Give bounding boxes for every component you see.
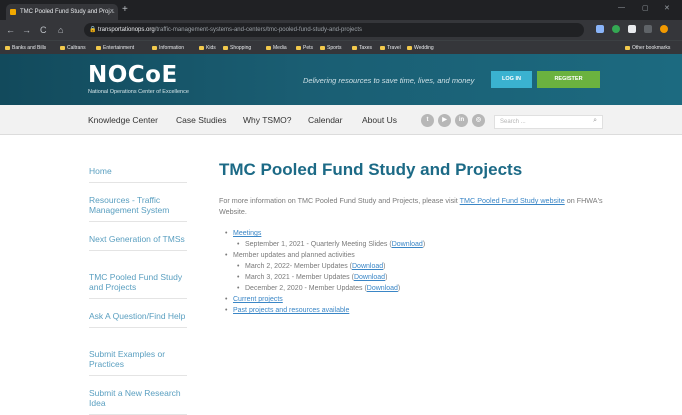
update-text: March 3, 2021 - Member Updates (: [245, 274, 354, 281]
site-tagline: Delivering resources to save time, lives…: [303, 76, 475, 85]
nav-knowledge-center[interactable]: Knowledge Center: [88, 105, 158, 135]
lock-icon: 🔒: [89, 27, 97, 33]
minimize-icon[interactable]: —: [618, 4, 625, 11]
back-icon[interactable]: ←: [6, 24, 15, 36]
meetings-link[interactable]: Meetings: [233, 230, 261, 237]
favicon-icon: [10, 9, 16, 15]
list-item: Past projects and resources available: [225, 305, 349, 316]
intro-paragraph: For more information on TMC Pooled Fund …: [219, 195, 614, 217]
new-tab-button[interactable]: +: [122, 4, 128, 16]
search-icon[interactable]: ⌕: [593, 115, 597, 127]
nav-calendar[interactable]: Calendar: [308, 105, 343, 135]
close-window-icon[interactable]: ✕: [664, 4, 670, 12]
twitter-icon[interactable]: t: [421, 114, 434, 127]
address-bar-row: ← → C ⌂ 🔒 transportationops.org/traffic-…: [0, 20, 682, 40]
sidebar-item-research-idea[interactable]: Submit a New Research Idea: [89, 388, 187, 415]
nav-why-tsmo[interactable]: Why TSMO?: [243, 105, 292, 135]
download-link[interactable]: Download: [367, 285, 398, 292]
puzzle-icon[interactable]: [628, 25, 636, 33]
sidebar-item-resources[interactable]: Resources - Traffic Management System: [89, 195, 187, 222]
sidebar-item-tmc-pooled-fund[interactable]: TMC Pooled Fund Study and Projects: [89, 272, 187, 299]
pooled-fund-website-link[interactable]: TMC Pooled Fund Study website: [460, 196, 565, 205]
logo-text: NOCoE: [88, 62, 178, 88]
close-tab-icon[interactable]: ×: [110, 4, 114, 20]
sidebar-item-ask-question[interactable]: Ask A Question/Find Help: [89, 311, 187, 328]
bookmark-item[interactable]: Travel: [380, 43, 401, 53]
profile-avatar[interactable]: [660, 25, 668, 33]
bookmark-item[interactable]: Sports: [320, 43, 341, 53]
update-text: December 2, 2020 - Member Updates (: [245, 285, 367, 292]
list-item: September 1, 2021 - Quarterly Meeting Sl…: [237, 239, 426, 250]
list-item: Current projects: [225, 294, 283, 305]
past-projects-link[interactable]: Past projects and resources available: [233, 307, 349, 314]
bookmark-item[interactable]: Banks and Bills: [5, 43, 46, 53]
page-title: TMC Pooled Fund Study and Projects: [219, 160, 523, 179]
bookmark-item[interactable]: Pets: [296, 43, 313, 53]
extension-icon[interactable]: [612, 25, 620, 33]
bookmark-item[interactable]: Media: [266, 43, 287, 53]
sidebar-icon[interactable]: [644, 25, 652, 33]
sidebar-item-submit-examples[interactable]: Submit Examples or Practices: [89, 349, 187, 376]
reload-icon[interactable]: C: [40, 24, 47, 36]
other-bookmarks[interactable]: Other bookmarks: [625, 43, 670, 53]
bookmark-item[interactable]: Shopping: [223, 43, 251, 53]
bookmark-item[interactable]: Kids: [199, 43, 216, 53]
close-paren: ): [383, 263, 386, 270]
search-placeholder: Search ...: [500, 119, 526, 125]
site-nav: Knowledge Center Case Studies Why TSMO? …: [0, 105, 682, 135]
download-link[interactable]: Download: [354, 274, 385, 281]
register-button[interactable]: REGISTER: [537, 71, 600, 88]
bookmark-item[interactable]: Wedding: [407, 43, 434, 53]
download-link[interactable]: Download: [392, 241, 423, 248]
url-host: transportationops.org: [98, 27, 155, 33]
browser-tab[interactable]: TMC Pooled Fund Study and Proj... ×: [6, 4, 118, 20]
list-item: Meetings: [225, 228, 262, 239]
list-item: March 2, 2022- Member Updates (Download): [237, 261, 386, 272]
logo-subtitle: National Operations Center of Excellence: [88, 89, 189, 95]
close-paren: ): [422, 241, 426, 248]
bookmark-item[interactable]: Information: [152, 43, 184, 53]
sidebar-item-next-generation[interactable]: Next Generation of TMSs: [89, 234, 187, 251]
sidebar-item-home[interactable]: Home: [89, 166, 187, 183]
meeting-text: September 1, 2021 - Quarterly Meeting Sl…: [245, 241, 392, 248]
url-field[interactable]: 🔒 transportationops.org/traffic-manageme…: [84, 23, 584, 37]
list-item: March 3, 2021 - Member Updates (Download…: [237, 272, 388, 283]
bookmark-item[interactable]: Entertainment: [96, 43, 134, 53]
instagram-icon[interactable]: ◎: [472, 114, 485, 127]
update-text: March 2, 2022- Member Updates (: [245, 263, 352, 270]
current-projects-link[interactable]: Current projects: [233, 296, 283, 303]
login-button[interactable]: LOG IN: [491, 71, 532, 88]
close-paren: ): [397, 285, 401, 292]
list-item: December 2, 2020 - Member Updates (Downl…: [237, 283, 401, 294]
youtube-icon[interactable]: ▶: [438, 114, 451, 127]
maximize-icon[interactable]: ▢: [642, 4, 649, 12]
forward-icon[interactable]: →: [22, 24, 31, 36]
search-input[interactable]: Search ... ⌕: [494, 115, 603, 129]
download-link[interactable]: Download: [352, 263, 383, 270]
bookmarks-bar: Banks and Bills Caltrans Entertainment I…: [0, 40, 682, 54]
browser-tab-bar: TMC Pooled Fund Study and Proj... × + — …: [0, 0, 682, 20]
home-icon[interactable]: ⌂: [58, 24, 63, 36]
intro-text: For more information on TMC Pooled Fund …: [219, 196, 460, 205]
close-paren: ): [385, 274, 388, 281]
linkedin-icon[interactable]: in: [455, 114, 468, 127]
bookmark-item[interactable]: Caltrans: [60, 43, 86, 53]
nav-case-studies[interactable]: Case Studies: [176, 105, 227, 135]
list-item: Member updates and planned activities: [225, 250, 355, 261]
site-logo[interactable]: NOCoE: [88, 62, 178, 88]
bookmark-item[interactable]: Taxes: [352, 43, 372, 53]
extension-icon[interactable]: [596, 25, 604, 33]
tab-title: TMC Pooled Fund Study and Proj...: [20, 9, 115, 15]
nav-about-us[interactable]: About Us: [362, 105, 397, 135]
url-path: /traffic-management-systems-and-centers/…: [154, 27, 363, 33]
